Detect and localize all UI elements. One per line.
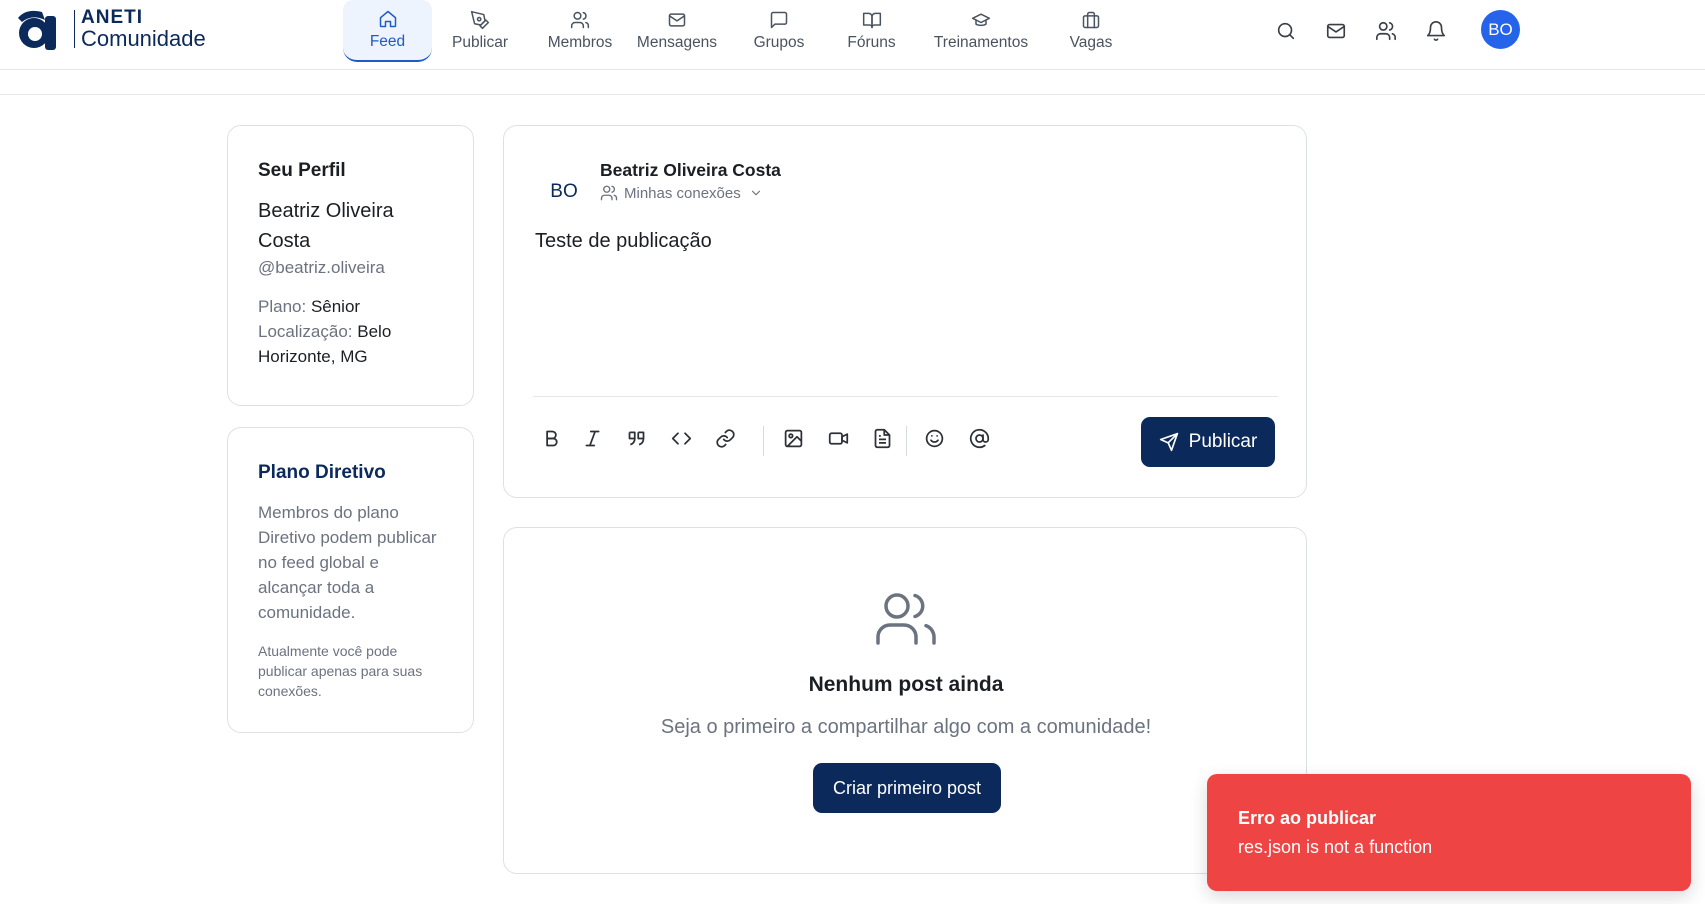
toolbar-separator [763, 426, 764, 456]
video-button[interactable] [822, 422, 854, 454]
mail-icon [668, 13, 686, 27]
nav-mensagens[interactable]: Mensagens [632, 0, 722, 62]
nav-label: Mensagens [636, 34, 718, 51]
search-button[interactable] [1275, 20, 1297, 42]
quote-button[interactable] [620, 422, 652, 454]
nav-grupos[interactable]: Grupos [739, 0, 819, 62]
italic-icon [585, 430, 599, 446]
emoji-button[interactable] [918, 422, 950, 454]
link-button[interactable] [709, 422, 741, 454]
profile-handle: @beatriz.oliveira [258, 258, 385, 277]
nav-label: Publicar [452, 34, 508, 51]
plan-card: Plano Diretivo Membros do plano Diretivo… [227, 427, 474, 733]
nav-vagas[interactable]: Vagas [1051, 0, 1131, 62]
logo-subtitle: Comunidade [81, 26, 206, 51]
send-icon [1159, 432, 1178, 452]
home-icon [379, 10, 396, 28]
pen-tool-icon [470, 10, 490, 30]
nav-label: Treinamentos [933, 34, 1029, 51]
search-icon [1277, 22, 1295, 40]
nav-label: Vagas [1069, 34, 1113, 51]
at-sign-icon [969, 428, 989, 448]
plan-card-note: Atualmente você pode publicar apenas par… [258, 643, 423, 699]
post-text-input[interactable]: Teste de publicação [535, 230, 1275, 400]
composer-author: Beatriz Oliveira Costa [600, 160, 781, 180]
notifications-button[interactable] [1425, 20, 1447, 42]
toolbar-separator [906, 426, 907, 456]
visibility-dropdown[interactable]: Minhas conexões [600, 184, 763, 202]
empty-feed-state: Nenhum post ainda Seja o primeiro a comp… [503, 527, 1307, 874]
logo[interactable]: ANETI Comunidade [12, 6, 206, 52]
code-icon [671, 431, 691, 445]
profile-plan: Plano: Sênior [258, 294, 443, 319]
profile-name: Beatriz Oliveira Costa [258, 200, 394, 252]
nav-membros[interactable]: Membros [535, 0, 625, 62]
profile-location-label: Localização: [258, 322, 353, 341]
book-open-icon [862, 12, 881, 29]
users-icon [1376, 21, 1396, 41]
bold-icon [545, 430, 558, 446]
nav-label: Fóruns [847, 34, 896, 51]
create-first-post-button[interactable]: Criar primeiro post [813, 763, 1001, 813]
user-avatar[interactable]: BO [1481, 10, 1520, 49]
chevron-down-icon [751, 190, 760, 196]
nav-label: Feed [369, 33, 406, 50]
composer-divider [533, 396, 1278, 397]
plan-card-description: Membros do plano Diretivo podem publicar… [258, 503, 437, 622]
profile-card-title: Seu Perfil [258, 160, 346, 181]
graduation-cap-icon [971, 13, 991, 27]
mail-icon [1326, 23, 1346, 39]
logo-mark-icon [12, 6, 64, 52]
publish-button[interactable]: Publicar [1141, 417, 1275, 467]
image-icon [784, 429, 802, 447]
file-button[interactable] [866, 422, 898, 454]
error-toast[interactable]: Erro ao publicar res.json is not a funct… [1207, 774, 1691, 891]
nav-label: Grupos [753, 34, 805, 51]
nav-feed[interactable]: Feed [343, 0, 432, 62]
post-composer: BO Beatriz Oliveira Costa Minhas conexõe… [503, 125, 1307, 498]
link-icon [715, 428, 735, 448]
profile-location: Localização: Belo Horizonte, MG [258, 319, 443, 369]
toast-message: res.json is not a function [1238, 837, 1433, 857]
composer-avatar: BO [550, 181, 578, 202]
smile-icon [925, 429, 943, 447]
briefcase-icon [1082, 11, 1100, 29]
video-icon [828, 431, 848, 445]
top-navbar: ANETI Comunidade Feed Publicar Membros M… [0, 0, 1705, 70]
sub-header-strip [0, 70, 1705, 95]
nav-publicar[interactable]: Publicar [440, 0, 520, 62]
message-square-icon [770, 11, 788, 29]
bell-icon [1426, 21, 1446, 42]
mention-button[interactable] [963, 422, 995, 454]
file-text-icon [874, 428, 890, 448]
quote-icon [628, 431, 644, 445]
users-icon [876, 593, 936, 645]
nav-foruns[interactable]: Fóruns [833, 0, 910, 62]
visibility-label: Minhas conexões [624, 184, 741, 202]
logo-divider [74, 10, 75, 48]
bold-button[interactable] [535, 422, 567, 454]
plan-card-title: Plano Diretivo [258, 462, 386, 483]
messages-button[interactable] [1325, 20, 1347, 42]
logo-brand: ANETI [81, 7, 143, 28]
logo-text: ANETI Comunidade [81, 8, 206, 50]
nav-label: Membros [547, 34, 613, 51]
empty-state-title: Nenhum post ainda [808, 673, 1004, 696]
profile-card: Seu Perfil Beatriz Oliveira Costa @beatr… [227, 125, 474, 406]
users-icon [600, 185, 618, 201]
code-button[interactable] [665, 422, 697, 454]
italic-button[interactable] [576, 422, 608, 454]
toast-title: Erro ao publicar [1238, 808, 1377, 828]
publish-label: Publicar [1188, 431, 1258, 452]
profile-plan-label: Plano: [258, 297, 307, 316]
profile-plan-value: Sênior [310, 297, 361, 316]
empty-state-subtitle: Seja o primeiro a compartilhar algo com … [660, 716, 1152, 738]
connections-button[interactable] [1375, 20, 1397, 42]
nav-treinamentos[interactable]: Treinamentos [926, 0, 1036, 62]
image-button[interactable] [777, 422, 809, 454]
users-icon [570, 11, 590, 29]
